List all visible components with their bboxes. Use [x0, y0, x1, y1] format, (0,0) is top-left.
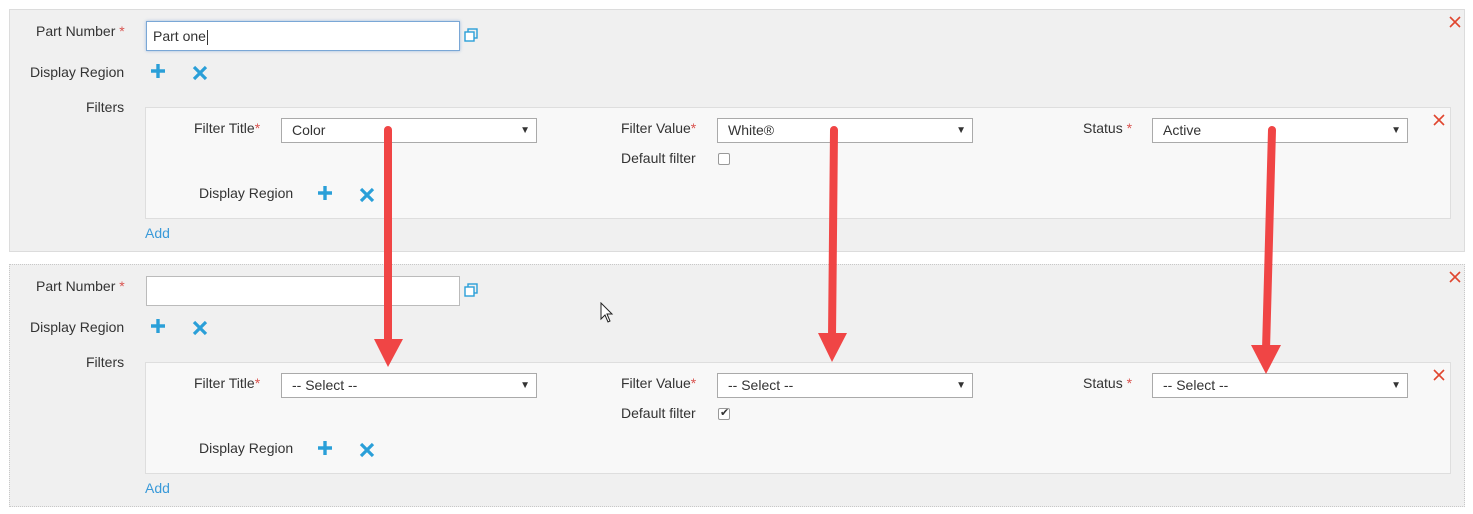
filter-display-region-label: Display Region: [199, 185, 294, 201]
plus-icon[interactable]: [149, 317, 167, 335]
close-icon[interactable]: [1448, 270, 1462, 284]
part-number-label: Part Number *: [36, 278, 125, 294]
default-filter-label: Default filter: [621, 405, 696, 421]
filter-panel: Filter Title* Color ▼ Filter Value* White…: [145, 107, 1451, 219]
filter-value-select[interactable]: -- Select -- ▼: [717, 373, 973, 398]
close-icon[interactable]: [1432, 113, 1446, 127]
x-icon[interactable]: [191, 319, 209, 337]
filter-title-select[interactable]: -- Select -- ▼: [281, 373, 537, 398]
caret-down-icon: ▼: [956, 125, 966, 136]
close-icon[interactable]: [1448, 15, 1462, 29]
part-panel-2: Part Number * Display Region Filters Fil…: [9, 264, 1465, 507]
filter-title-select[interactable]: Color ▼: [281, 118, 537, 143]
status-select[interactable]: -- Select -- ▼: [1152, 373, 1408, 398]
display-region-label: Display Region: [30, 64, 125, 80]
default-filter-checkbox[interactable]: ✔: [718, 407, 730, 420]
copy-icon[interactable]: [463, 282, 479, 298]
default-filter-checkbox[interactable]: [718, 153, 730, 165]
plus-icon[interactable]: [316, 184, 334, 202]
add-filter-link[interactable]: Add: [145, 480, 170, 496]
plus-icon[interactable]: [316, 439, 334, 457]
part-number-input[interactable]: [146, 276, 460, 306]
caret-down-icon: ▼: [1391, 125, 1401, 136]
filter-value-label: Filter Value*: [621, 120, 697, 136]
default-filter-label: Default filter: [621, 150, 696, 166]
close-icon[interactable]: [1432, 368, 1446, 382]
filter-title-label: Filter Title*: [194, 120, 261, 136]
caret-down-icon: ▼: [520, 380, 530, 391]
x-icon[interactable]: [358, 186, 376, 204]
part-panel-1: Part Number * Part one Display Region Fi…: [9, 9, 1465, 252]
status-label: Status *: [1083, 375, 1133, 391]
plus-icon[interactable]: [149, 62, 167, 80]
x-icon[interactable]: [358, 441, 376, 459]
filter-value-select[interactable]: White® ▼: [717, 118, 973, 143]
display-region-label: Display Region: [30, 319, 125, 335]
filters-label: Filters: [86, 99, 125, 115]
copy-icon[interactable]: [463, 27, 479, 43]
caret-down-icon: ▼: [956, 380, 966, 391]
part-number-input[interactable]: Part one: [146, 21, 460, 51]
filter-display-region-label: Display Region: [199, 440, 294, 456]
part-number-label: Part Number *: [36, 23, 125, 39]
mouse-pointer-icon: [600, 302, 614, 323]
filters-label: Filters: [86, 354, 125, 370]
status-select[interactable]: Active ▼: [1152, 118, 1408, 143]
filter-panel: Filter Title* -- Select -- ▼ Filter Value…: [145, 362, 1451, 474]
filter-value-label: Filter Value*: [621, 375, 697, 391]
caret-down-icon: ▼: [520, 125, 530, 136]
checkmark-icon: ✔: [720, 407, 730, 419]
status-label: Status *: [1083, 120, 1133, 136]
caret-down-icon: ▼: [1391, 380, 1401, 391]
filter-title-label: Filter Title*: [194, 375, 261, 391]
add-filter-link[interactable]: Add: [145, 225, 170, 241]
x-icon[interactable]: [191, 64, 209, 82]
